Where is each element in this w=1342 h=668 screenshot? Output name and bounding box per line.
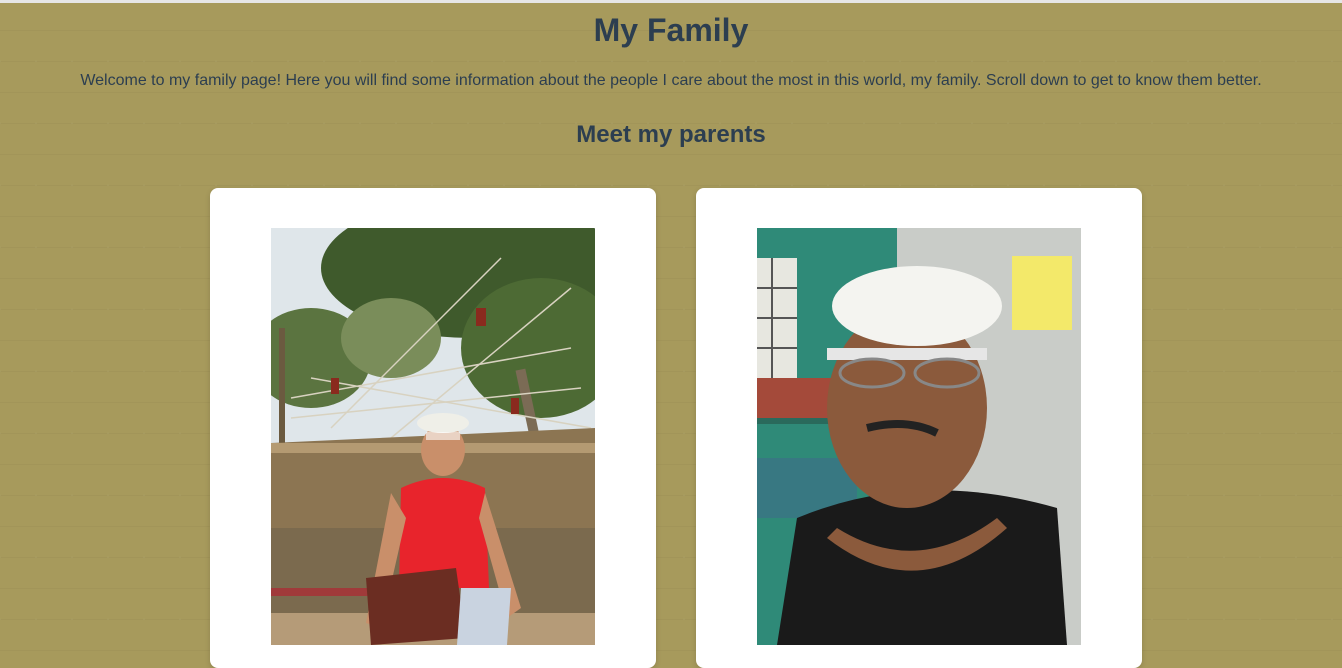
top-border xyxy=(0,0,1342,3)
section-heading: Meet my parents xyxy=(576,121,766,148)
parent-card-mother xyxy=(210,188,656,668)
page-title: My Family xyxy=(593,12,749,48)
parent-card-father xyxy=(696,188,1142,668)
intro-text: Welcome to my family page! Here you will… xyxy=(80,72,1262,89)
father-photo xyxy=(757,228,1081,645)
mother-photo xyxy=(271,228,595,645)
